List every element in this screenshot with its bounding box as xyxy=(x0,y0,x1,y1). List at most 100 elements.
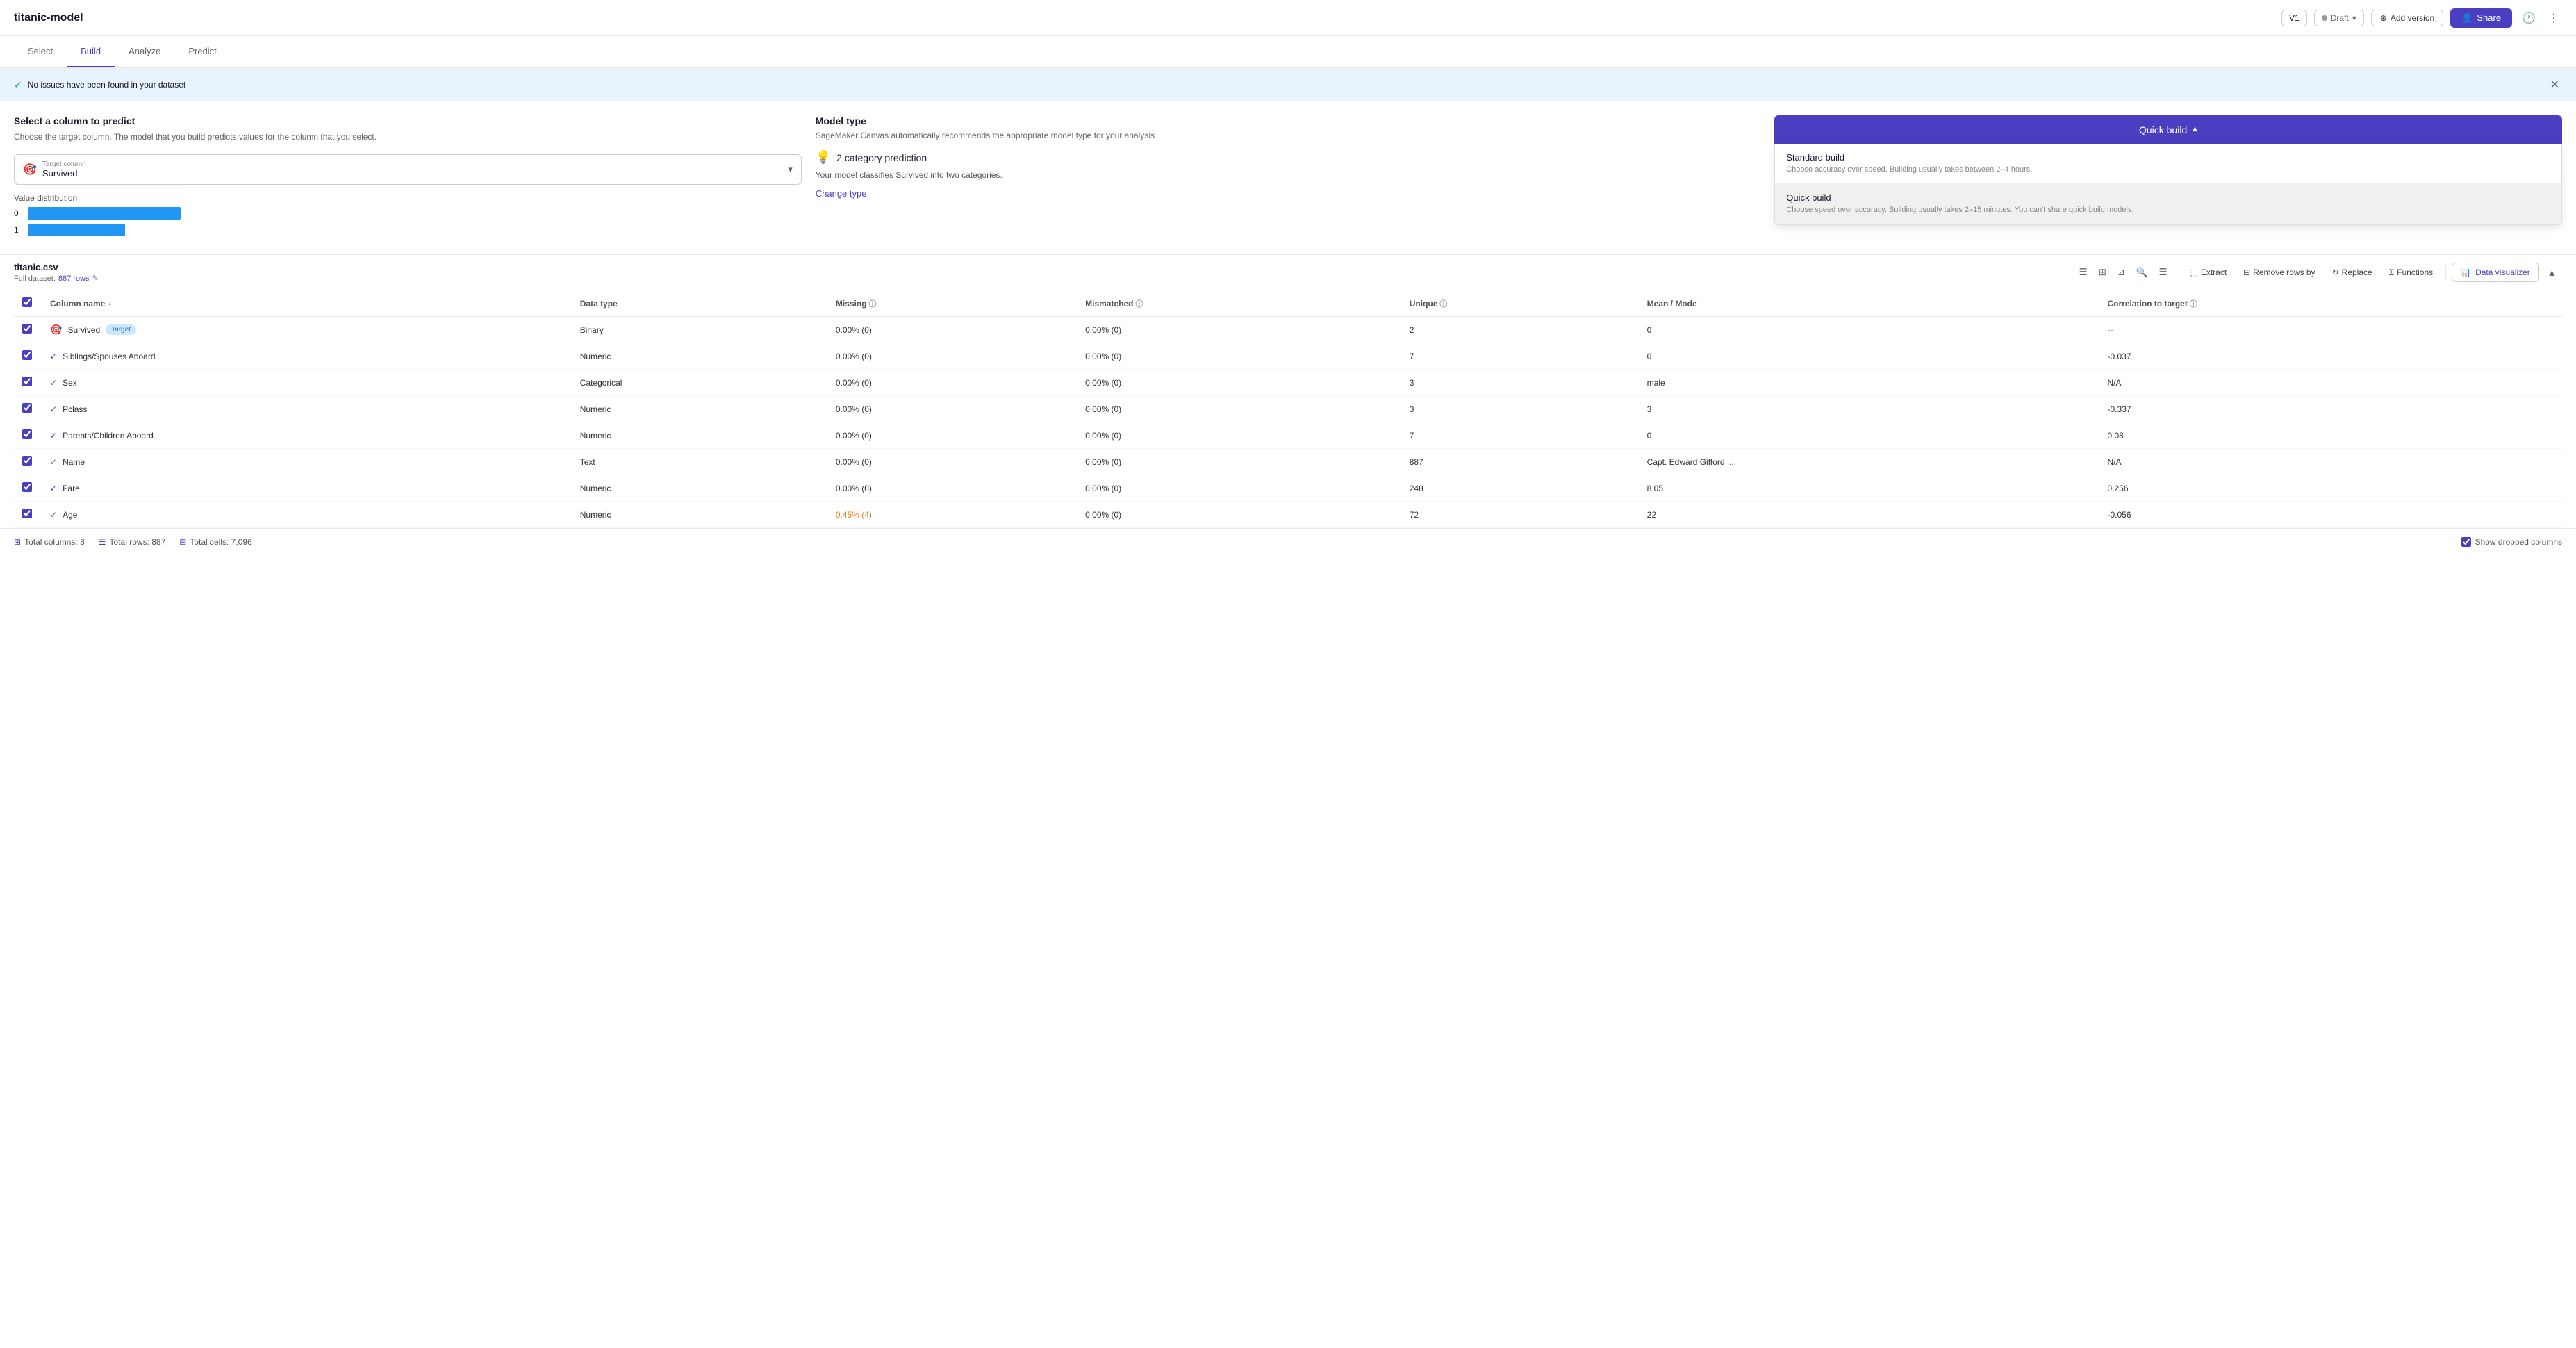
missing-cell: 0.00% (0) xyxy=(827,317,1077,343)
table-row: ✓SexCategorical0.00% (0)0.00% (0)3maleN/… xyxy=(14,370,2562,396)
list-options-button[interactable]: ☰ xyxy=(2155,263,2172,281)
grid-view-button[interactable]: ⊞ xyxy=(2095,263,2111,281)
target-column-selector[interactable]: 🎯 Target column Survived ▾ xyxy=(14,154,802,185)
standard-build-option[interactable]: Standard build Choose accuracy over spee… xyxy=(1775,144,2561,184)
missing-header: Missing ⓘ xyxy=(836,298,1068,309)
row-checkbox[interactable] xyxy=(22,350,32,360)
collapse-section-button[interactable]: ▲ xyxy=(2542,264,2562,281)
row-checkbox[interactable] xyxy=(22,377,32,386)
draft-indicator[interactable]: Draft ▾ xyxy=(2314,10,2364,26)
prediction-icon: 💡 xyxy=(816,150,831,165)
quick-build-title: Quick build xyxy=(1786,192,2550,203)
functions-button[interactable]: Σ Functions xyxy=(2382,264,2440,281)
app-title: titanic-model xyxy=(14,12,83,24)
missing-cell: 0.00% (0) xyxy=(827,475,1077,502)
plus-icon: ⊕ xyxy=(2380,13,2387,23)
mismatched-cell: 0.00% (0) xyxy=(1077,449,1401,475)
replace-button[interactable]: ↻ Replace xyxy=(2325,264,2379,281)
history-icon-button[interactable]: 🕐 xyxy=(2519,8,2538,28)
quick-build-button[interactable]: Quick build ▾ xyxy=(1774,115,2562,144)
build-options-panel: Quick build ▾ Standard build Choose accu… xyxy=(1774,115,2562,240)
unique-info-icon[interactable]: ⓘ xyxy=(1439,298,1447,309)
sort-icon[interactable]: ↓ xyxy=(108,299,111,307)
mean-mode-cell: Capt. Edward Gifford .... xyxy=(1639,449,2099,475)
add-version-button[interactable]: ⊕ Add version xyxy=(2371,10,2443,26)
draft-label: Draft xyxy=(2331,13,2349,23)
value-distribution-label: Value distribution xyxy=(14,193,802,203)
dataset-toolbar: titanic.csv Full dataset: 887 rows ✎ ☰ ⊞… xyxy=(0,255,2576,290)
column-name-text: Fare xyxy=(63,484,80,493)
tab-bar: Select Build Analyze Predict xyxy=(0,36,2576,68)
replace-icon: ↻ xyxy=(2332,268,2339,277)
correlation-info-icon[interactable]: ⓘ xyxy=(2190,298,2197,309)
rows-count-link[interactable]: 887 rows xyxy=(58,274,90,283)
table-row: ✓Parents/Children AboardNumeric0.00% (0)… xyxy=(14,422,2562,449)
version-badge[interactable]: V1 xyxy=(2281,10,2307,26)
correlation-cell: -- xyxy=(2099,317,2563,343)
notification-left: ✓ No issues have been found in your data… xyxy=(14,79,185,91)
missing-info-icon[interactable]: ⓘ xyxy=(869,298,877,309)
unique-cell: 3 xyxy=(1401,370,1639,396)
row-checkbox[interactable] xyxy=(22,429,32,439)
target-row-icon: 🎯 xyxy=(50,324,62,336)
chevron-up-icon: ▾ xyxy=(2193,124,2197,135)
close-notification-button[interactable]: ✕ xyxy=(2548,75,2562,94)
filter-button[interactable]: ⊿ xyxy=(2113,263,2129,281)
tab-select[interactable]: Select xyxy=(14,36,67,67)
data-type-cell: Numeric xyxy=(572,422,827,449)
select-all-checkbox[interactable] xyxy=(22,297,32,307)
mismatched-cell: 0.00% (0) xyxy=(1077,502,1401,528)
row-checkbox[interactable] xyxy=(22,403,32,413)
tab-analyze[interactable]: Analyze xyxy=(115,36,174,67)
mean-mode-cell: 0 xyxy=(1639,343,2099,370)
show-dropped-columns: Show dropped columns xyxy=(2461,537,2562,547)
columns-icon: ⊞ xyxy=(14,537,21,547)
list-view-button[interactable]: ☰ xyxy=(2075,263,2092,281)
data-visualizer-button[interactable]: 📊 Data visualizer xyxy=(2452,263,2539,282)
total-columns-label: Total columns: 8 xyxy=(24,537,85,547)
prediction-type-row: 💡 2 category prediction xyxy=(816,150,1761,165)
row-checkbox[interactable] xyxy=(22,456,32,466)
data-type-header: Data type xyxy=(580,299,618,309)
unique-cell: 887 xyxy=(1401,449,1639,475)
version-label: V1 xyxy=(2289,13,2300,23)
mismatched-info-icon[interactable]: ⓘ xyxy=(1136,298,1143,309)
column-select-panel: Select a column to predict Choose the ta… xyxy=(14,115,802,240)
bar-row-1: 1 xyxy=(14,224,802,236)
toolbar-separator-2 xyxy=(2445,265,2446,279)
table-row: ✓NameText0.00% (0)0.00% (0)887Capt. Edwa… xyxy=(14,449,2562,475)
total-rows-label: Total rows: 887 xyxy=(110,537,166,547)
change-type-link[interactable]: Change type xyxy=(816,188,867,199)
search-button[interactable]: 🔍 xyxy=(2132,263,2152,281)
data-type-cell: Numeric xyxy=(572,475,827,502)
share-button[interactable]: 👤 Share xyxy=(2450,8,2512,28)
dataset-info: titanic.csv Full dataset: 887 rows ✎ xyxy=(14,262,2070,283)
missing-cell: 0.00% (0) xyxy=(827,422,1077,449)
mismatched-cell: 0.00% (0) xyxy=(1077,343,1401,370)
edit-dataset-icon[interactable]: ✎ xyxy=(92,274,99,283)
mean-mode-header: Mean / Mode xyxy=(1647,299,1697,309)
mean-mode-cell: 3 xyxy=(1639,396,2099,422)
row-checkbox[interactable] xyxy=(22,482,32,492)
column-name-text: Siblings/Spouses Aboard xyxy=(63,352,155,361)
quick-build-option[interactable]: Quick build Choose speed over accuracy. … xyxy=(1775,184,2561,224)
cells-icon: ⊞ xyxy=(179,537,186,547)
check-circle-icon: ✓ xyxy=(14,79,22,91)
row-checkbox[interactable] xyxy=(22,324,32,334)
extract-button[interactable]: ⬚ Extract xyxy=(2183,264,2234,281)
total-cells-label: Total cells: 7,096 xyxy=(190,537,251,547)
model-type-subtitle: SageMaker Canvas automatically recommend… xyxy=(816,131,1761,140)
more-options-button[interactable]: ⋮ xyxy=(2545,8,2562,28)
tab-predict[interactable]: Predict xyxy=(174,36,230,67)
remove-rows-button[interactable]: ⊟ Remove rows by xyxy=(2236,264,2322,281)
show-dropped-checkbox[interactable] xyxy=(2461,537,2471,547)
tab-build[interactable]: Build xyxy=(67,36,115,67)
header: titanic-model V1 Draft ▾ ⊕ Add version 👤… xyxy=(0,0,2576,36)
model-type-panel: Model type SageMaker Canvas automaticall… xyxy=(816,115,1761,240)
check-icon: ✓ xyxy=(50,510,57,520)
toolbar-actions: ☰ ⊞ ⊿ 🔍 ☰ ⬚ Extract ⊟ Remove rows by ↻ R… xyxy=(2075,263,2562,282)
column-name-text: Survived xyxy=(67,325,100,335)
row-checkbox[interactable] xyxy=(22,509,32,518)
dataset-meta: Full dataset: 887 rows ✎ xyxy=(14,274,2070,283)
unique-cell: 2 xyxy=(1401,317,1639,343)
